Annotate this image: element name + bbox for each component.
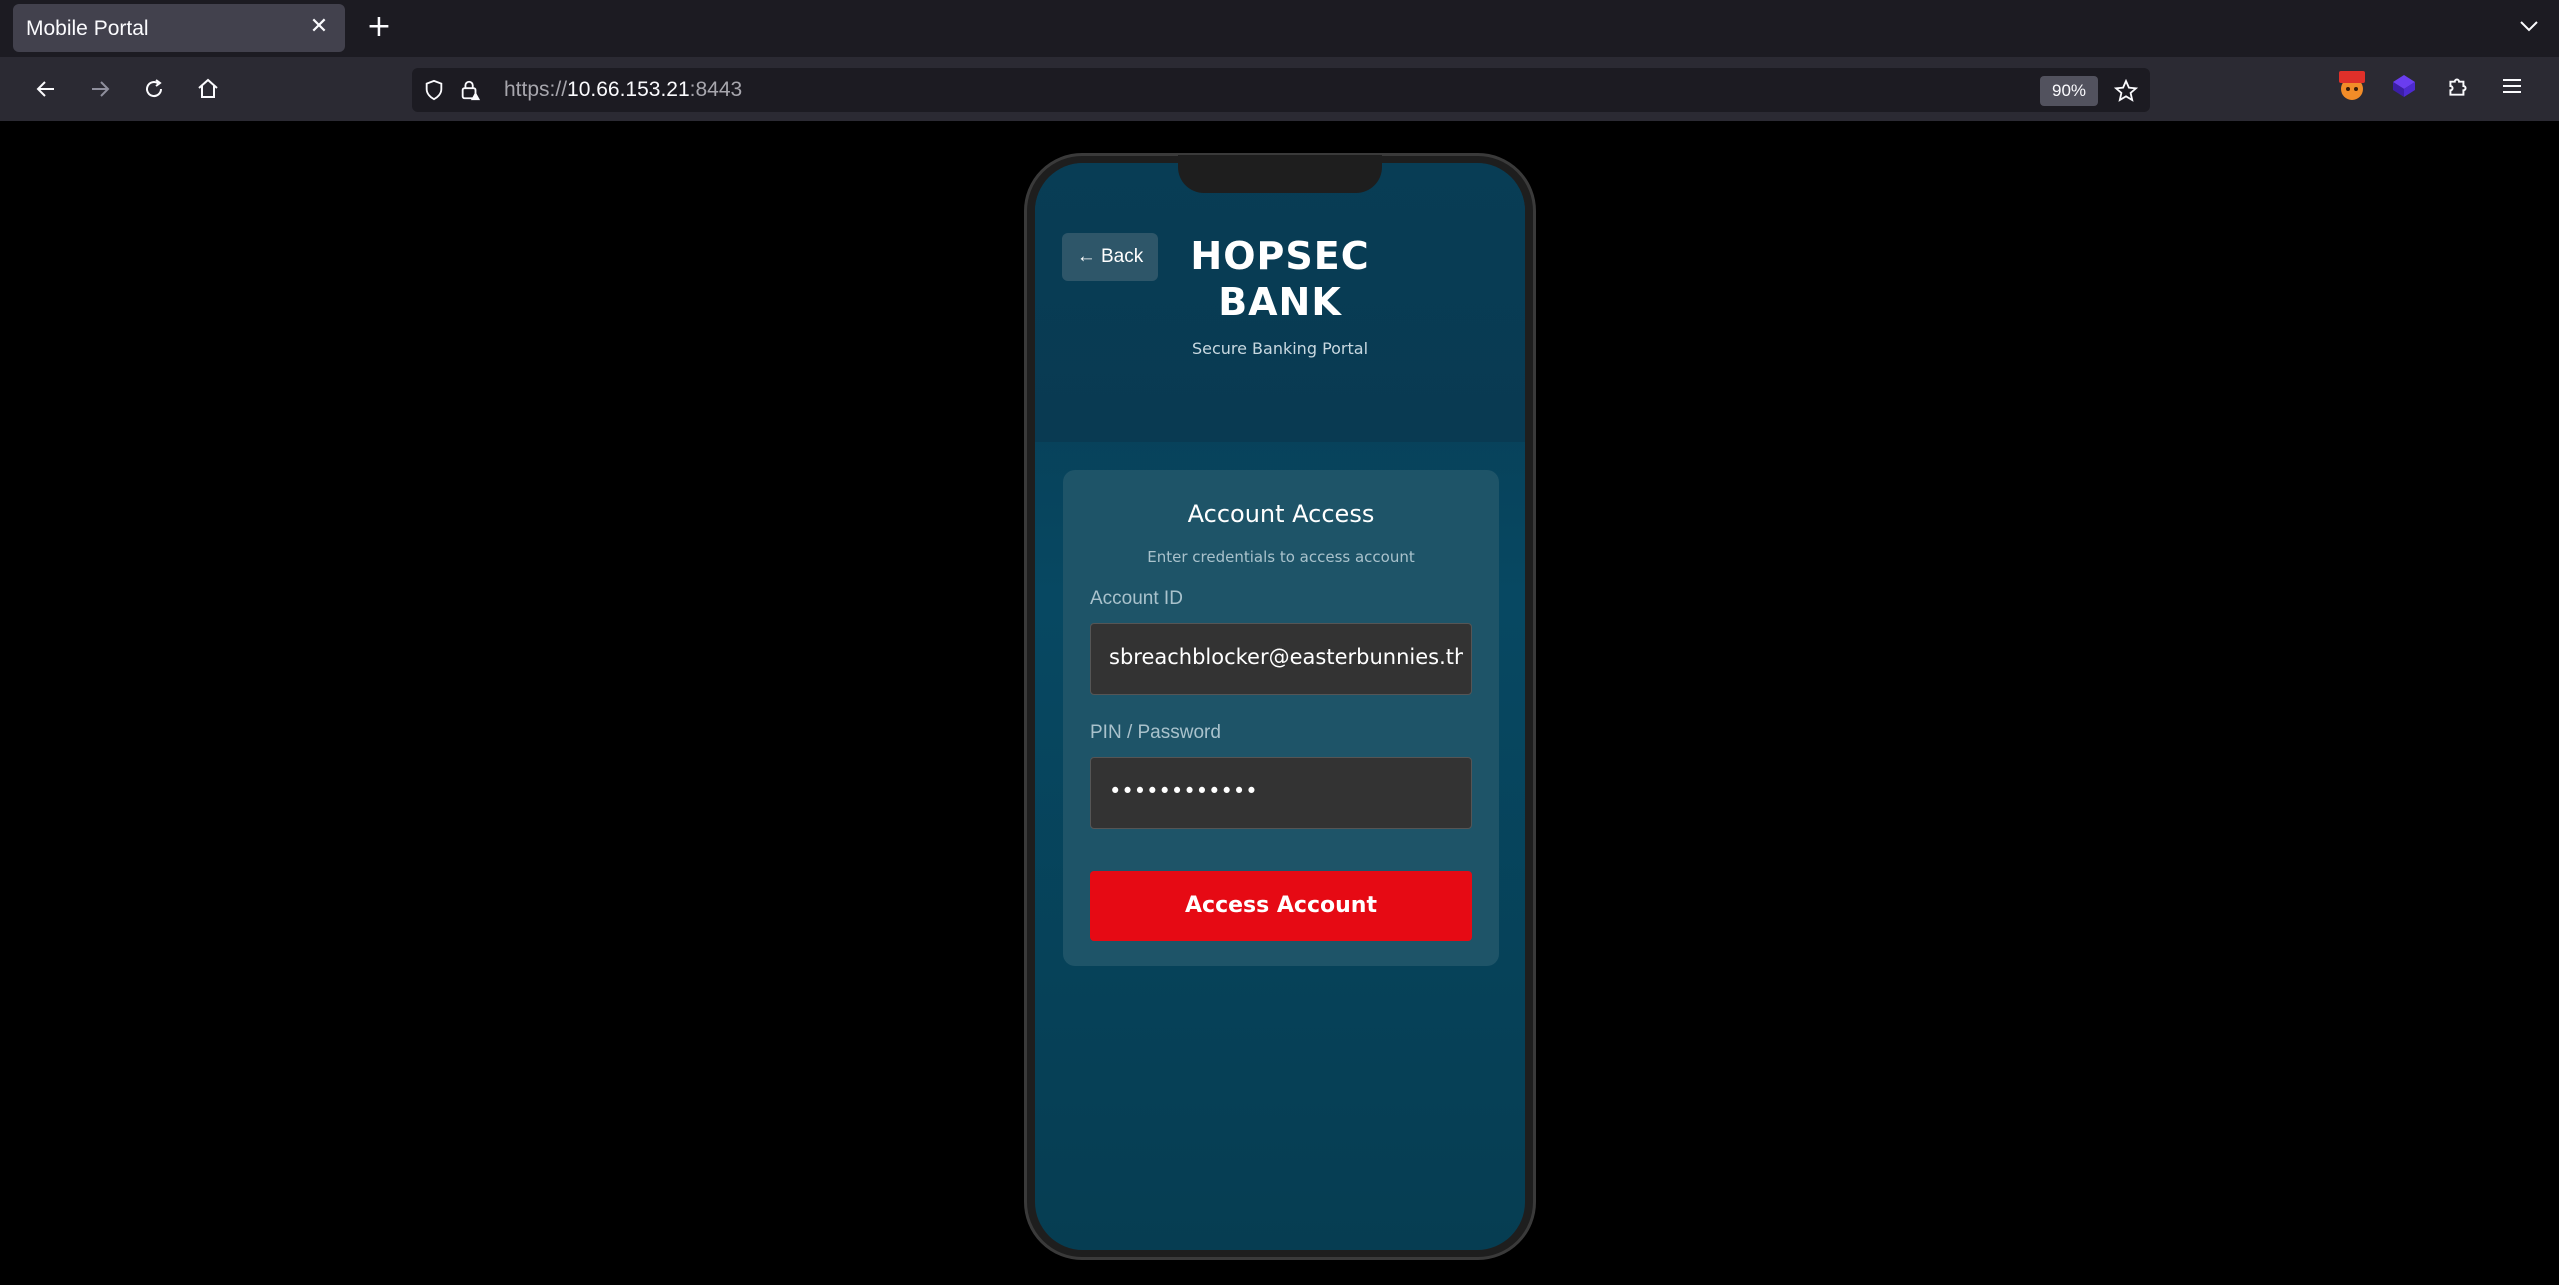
zoom-indicator[interactable]: 90%	[2040, 76, 2098, 106]
url-port: :8443	[689, 78, 743, 101]
chevron-down-icon[interactable]	[2517, 14, 2541, 38]
tab-title: Mobile Portal	[26, 17, 149, 40]
access-account-button[interactable]: Access Account	[1090, 871, 1472, 941]
account-id-label: Account ID	[1090, 588, 1183, 609]
pin-password-input[interactable]: ••••••••••••	[1090, 757, 1472, 829]
url-host: 10.66.153.21	[567, 78, 690, 101]
account-id-input[interactable]: sbreachblocker@easterbunnies.thm	[1090, 623, 1472, 695]
reload-icon[interactable]	[135, 70, 173, 108]
login-card: Account Access Enter credentials to acce…	[1063, 470, 1499, 966]
extension-cube-icon[interactable]	[2384, 66, 2424, 106]
url-scheme: https://	[504, 78, 568, 101]
extensions-puzzle-icon[interactable]	[2438, 66, 2478, 106]
browser-tab-bar: Mobile Portal ✕ +	[0, 0, 2559, 57]
browser-tab[interactable]: Mobile Portal ✕	[13, 4, 345, 52]
new-tab-plus-icon[interactable]: +	[364, 12, 394, 42]
lock-warning-icon[interactable]	[457, 77, 483, 103]
url-bar[interactable]: https://10.66.153.21:8443 90%	[412, 68, 2150, 112]
burp-extension-icon[interactable]	[2332, 66, 2372, 106]
close-icon[interactable]: ✕	[307, 15, 331, 39]
bank-title-line2: BANK	[1218, 280, 1342, 324]
pin-value: ••••••••••••	[1109, 779, 1258, 803]
phone-screen: HOPSEC BANK ← Back Secure Banking Portal…	[1035, 163, 1525, 1250]
url-text[interactable]: https://10.66.153.21:8443	[504, 78, 742, 102]
back-arrow-icon[interactable]	[27, 70, 65, 108]
shield-icon[interactable]	[421, 77, 447, 103]
account-id-value: sbreachblocker@easterbunnies.thm	[1109, 645, 1463, 669]
forward-arrow-icon[interactable]	[81, 70, 119, 108]
bank-subtitle: Secure Banking Portal	[1191, 339, 1369, 358]
card-subtitle: Enter credentials to access account	[1147, 548, 1415, 566]
star-icon[interactable]	[2110, 75, 2142, 107]
home-icon[interactable]	[189, 70, 227, 108]
pin-label: PIN / Password	[1090, 722, 1221, 743]
hamburger-menu-icon[interactable]	[2492, 66, 2532, 106]
back-button[interactable]: ← Back	[1062, 233, 1158, 281]
phone-notch	[1178, 155, 1382, 193]
card-title: Account Access	[1187, 500, 1375, 528]
app-header: HOPSEC BANK ← Back Secure Banking Portal	[1035, 163, 1525, 442]
